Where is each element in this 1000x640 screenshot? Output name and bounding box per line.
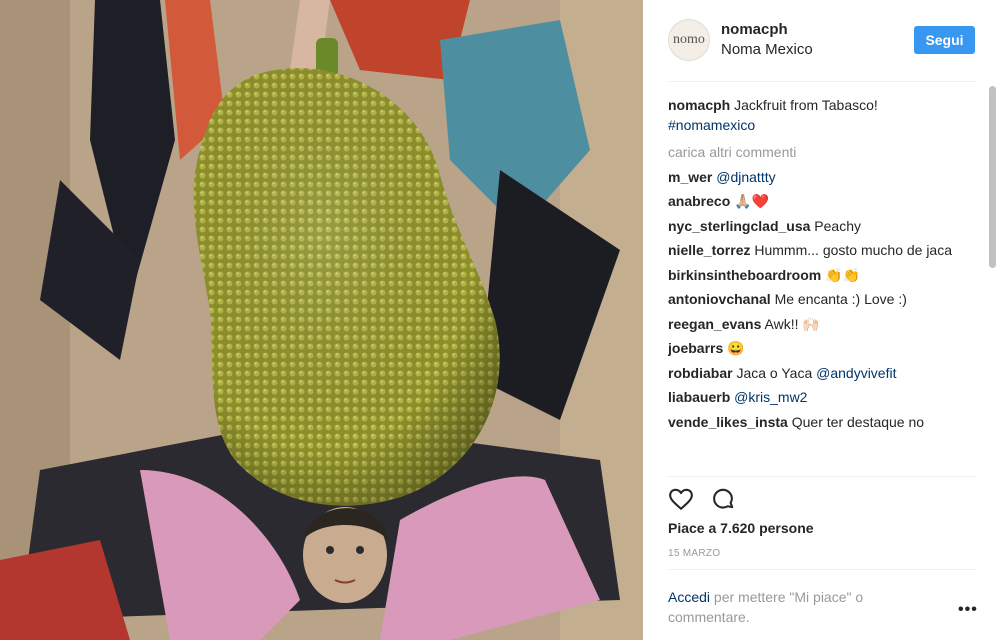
comment-item: birkinsintheboardroom 👏👏 <box>668 266 968 286</box>
post-date[interactable]: 15 MARZO <box>668 548 720 559</box>
comment-item: nielle_torrez Hummm... gosto mucho de ja… <box>668 241 968 261</box>
caption-text: Jackfruit from Tabasco! <box>734 97 878 113</box>
comment-text: Awk!! 🙌🏻 <box>764 315 820 332</box>
comment-text: 👏👏 <box>825 266 860 283</box>
comment-username[interactable]: birkinsintheboardroom <box>668 267 821 283</box>
comment-username[interactable]: robdiabar <box>668 365 733 381</box>
comment-username[interactable]: joebarrs <box>668 340 723 356</box>
location-link[interactable]: Noma Mexico <box>721 41 813 58</box>
comment-text: Peachy <box>814 217 861 234</box>
load-more-comments[interactable]: carica altri commenti <box>668 143 968 163</box>
comment-icon[interactable] <box>710 486 736 512</box>
mention-link[interactable]: @andyvivefit <box>816 365 896 381</box>
comment-item: antoniovchanal Me encanta :) Love :) <box>668 290 968 310</box>
mention-link[interactable]: @djnattty <box>716 169 775 185</box>
comment-username[interactable]: liabauerb <box>668 389 730 405</box>
post-photo[interactable] <box>0 0 643 640</box>
comment-item: liabauerb @kris_mw2 <box>668 388 968 408</box>
username-link[interactable]: nomacph <box>721 21 788 38</box>
caption-username[interactable]: nomacph <box>668 97 730 113</box>
comment-text: Me encanta :) Love :) <box>774 291 907 307</box>
avatar[interactable]: nomo <box>668 19 710 61</box>
comment-username[interactable]: nyc_sterlingclad_usa <box>668 218 810 234</box>
comment-text: Jaca o Yaca <box>736 364 813 381</box>
comment-username[interactable]: reegan_evans <box>668 316 761 332</box>
divider <box>668 81 976 82</box>
comment-text: 🙏🏼❤️ <box>734 193 770 209</box>
heart-icon[interactable] <box>668 486 694 512</box>
more-options-icon[interactable]: ••• <box>958 601 978 619</box>
comment-item: m_wer @djnattty <box>668 168 968 188</box>
comment-username[interactable]: vende_likes_insta <box>668 414 788 430</box>
comment-username[interactable]: antoniovchanal <box>668 291 771 307</box>
comment-item: vende_likes_insta Quer ter destaque no <box>668 413 968 433</box>
comment-item: anabreco 🙏🏼❤️ <box>668 192 968 212</box>
comment-text: Hummm... gosto mucho de jaca <box>754 242 953 258</box>
login-prompt: Accedi per mettere "Mi piace" o commenta… <box>668 588 928 627</box>
comment-item: joebarrs 😀 <box>668 339 968 359</box>
comment-username[interactable]: anabreco <box>668 193 730 209</box>
comment-item: nyc_sterlingclad_usa Peachy <box>668 217 968 237</box>
divider <box>668 476 976 477</box>
comment-item: reegan_evans Awk!! 🙌🏻 <box>668 315 968 335</box>
comment-text: 😀 <box>727 340 745 356</box>
follow-button[interactable]: Segui <box>914 26 975 54</box>
divider <box>668 569 976 570</box>
comment-item: robdiabar Jaca o Yaca @andyvivefit <box>668 364 968 384</box>
likes-count[interactable]: Piace a 7.620 persone <box>668 520 814 536</box>
mention-link[interactable]: @kris_mw2 <box>734 389 807 405</box>
scrollbar[interactable] <box>989 86 996 268</box>
comments-list[interactable]: nomacph Jackfruit from Tabasco! #nomamex… <box>668 96 968 474</box>
comment-text: Quer ter destaque no <box>791 413 925 430</box>
hashtag-link[interactable]: #nomamexico <box>668 117 755 133</box>
login-link[interactable]: Accedi <box>668 589 710 605</box>
post-header: nomo nomacph Noma Mexico Segui <box>643 0 1000 82</box>
comment-username[interactable]: nielle_torrez <box>668 242 750 258</box>
caption: nomacph Jackfruit from Tabasco! #nomamex… <box>668 96 968 135</box>
comment-username[interactable]: m_wer <box>668 169 712 185</box>
post-sidebar: nomo nomacph Noma Mexico Segui nomacph J… <box>643 0 1000 640</box>
